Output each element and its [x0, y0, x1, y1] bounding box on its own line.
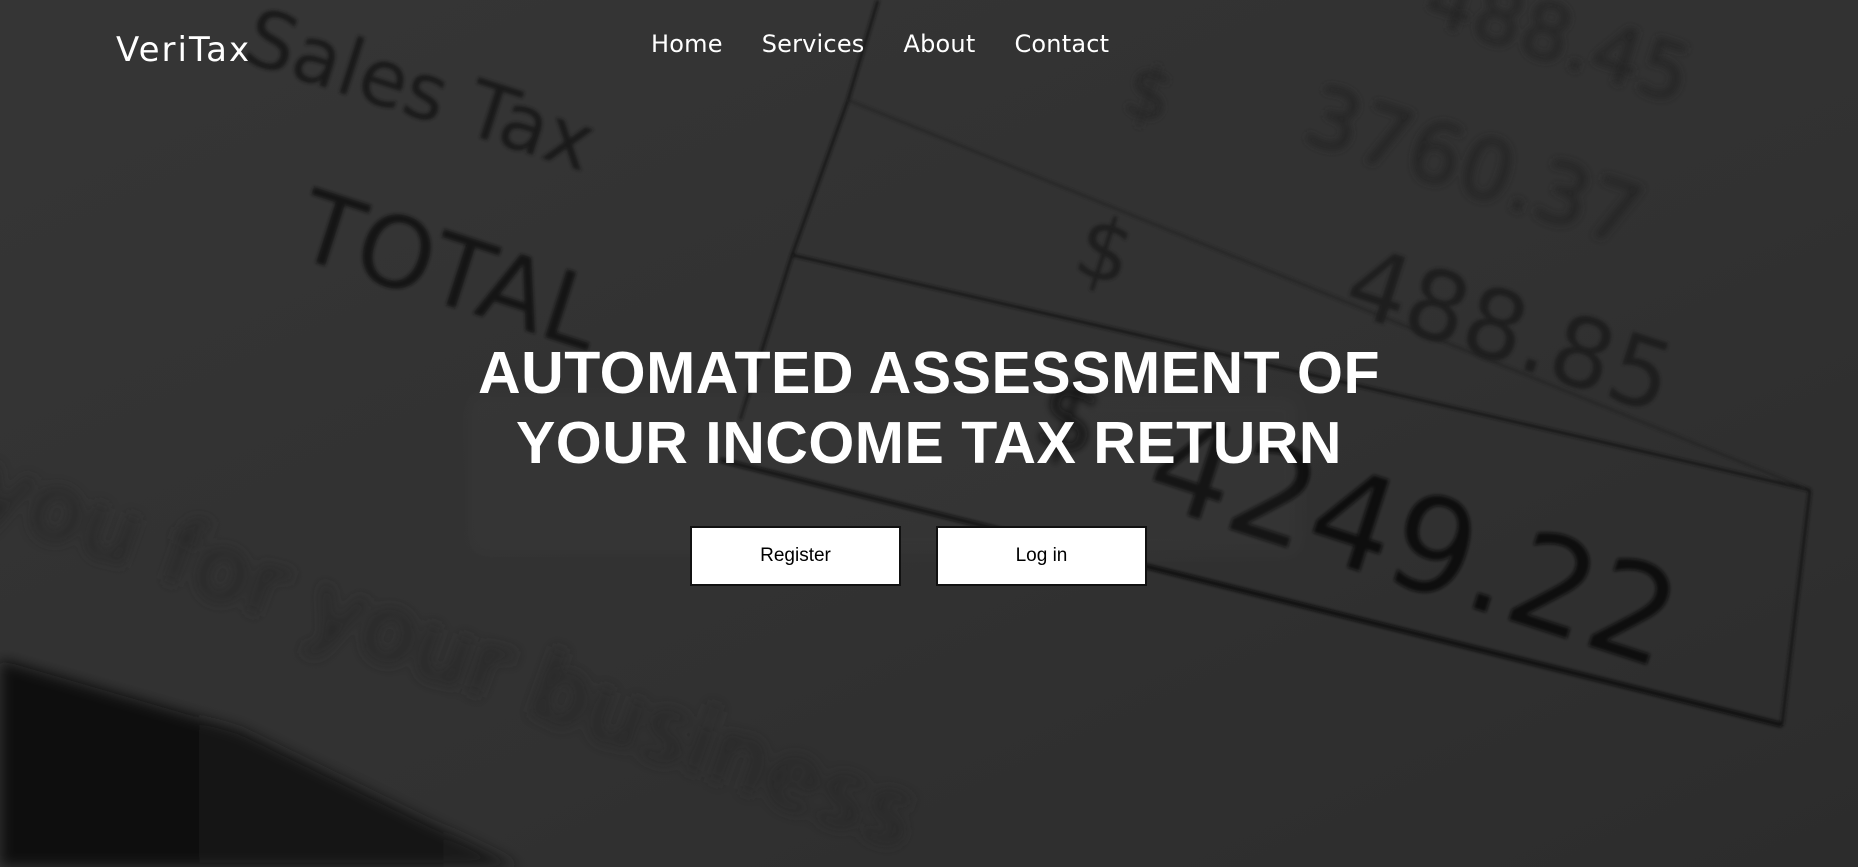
hero-section: AUTOMATED ASSESSMENT OF YOUR INCOME TAX …: [0, 338, 1858, 478]
landing-page: Sales Tax TOTAL $ $ $ 488.45 3760.37 488…: [0, 0, 1858, 867]
nav-link-about[interactable]: About: [904, 30, 976, 58]
login-button[interactable]: Log in: [936, 526, 1147, 586]
nav-link-contact[interactable]: Contact: [1014, 30, 1109, 58]
hero-title-line-1: AUTOMATED ASSESSMENT OF: [477, 340, 1380, 406]
nav-link-home[interactable]: Home: [651, 30, 723, 58]
hero-title-line-2: YOUR INCOME TAX RETURN: [515, 410, 1343, 476]
main-menu: Home Services About Contact: [651, 30, 1109, 58]
hero-actions: Register Log in: [690, 526, 1147, 586]
nav-link-services[interactable]: Services: [762, 30, 865, 58]
register-button[interactable]: Register: [690, 526, 901, 586]
top-navbar: VeriTax Home Services About Contact: [0, 0, 1858, 100]
hero-title: AUTOMATED ASSESSMENT OF YOUR INCOME TAX …: [0, 338, 1858, 478]
brand-logo[interactable]: VeriTax: [116, 30, 251, 70]
